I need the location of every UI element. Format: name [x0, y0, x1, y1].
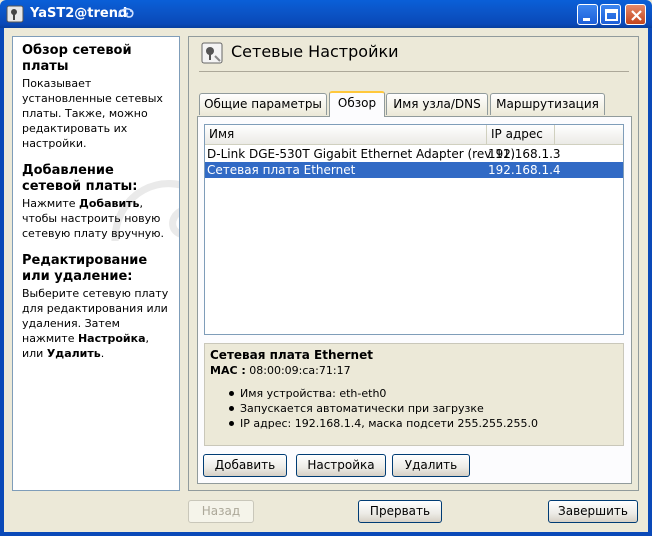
configure-button[interactable]: Настройка: [296, 454, 386, 477]
page-title: Сетевые Настройки: [231, 42, 399, 61]
yast-app-icon[interactable]: [6, 5, 24, 23]
main-panel: Сетевые Настройки Общие параметры Обзор …: [188, 36, 639, 491]
finish-button[interactable]: Завершить: [548, 500, 638, 523]
table-row[interactable]: D-Link DGE-530T Gigabit Ethernet Adapter…: [205, 146, 623, 162]
details-item: IP адрес: 192.168.1.4, маска подсети 255…: [229, 416, 618, 431]
column-header-name[interactable]: Имя: [205, 125, 487, 145]
table-row-selected[interactable]: Сетевая плата Ethernet 192.168.1.4: [205, 162, 623, 178]
help-heading-overview: Обзор сетевой платы: [22, 43, 132, 74]
cell-ip: 192.168.1.4: [488, 163, 561, 177]
mac-value: 08:00:09:ca:71:17: [245, 364, 351, 377]
back-button[interactable]: Назад: [188, 500, 254, 523]
details-item: Имя устройства: eth-eth0: [229, 386, 618, 401]
window-title: YaST2@trend: [30, 6, 128, 21]
details-list: Имя устройства: eth-eth0 Запускается авт…: [210, 386, 618, 431]
card-details-panel: Сетевая плата Ethernet MAC : 08:00:09:ca…: [204, 343, 624, 446]
title-divider: [199, 71, 629, 72]
watermark-icon: [111, 180, 179, 242]
suse-chameleon-icon: [118, 8, 134, 18]
details-title: Сетевая плата Ethernet: [210, 348, 373, 362]
window-border-left: [0, 28, 4, 536]
cell-name: Сетевая плата Ethernet: [207, 163, 356, 177]
cell-ip: 192.168.1.3: [488, 147, 561, 161]
help-text-overview: Показывает установленные сетевых платы. …: [22, 77, 163, 150]
tab-panel-overview: Имя IP адрес D-Link DGE-530T Gigabit Eth…: [197, 116, 632, 484]
window-border-right: [648, 28, 652, 536]
details-mac: MAC : 08:00:09:ca:71:17: [210, 363, 618, 378]
tab-routing[interactable]: Маршрутизация: [490, 93, 605, 115]
tab-general[interactable]: Общие параметры: [199, 93, 327, 115]
maximize-icon: [605, 9, 618, 21]
cell-name: D-Link DGE-530T Gigabit Ethernet Adapter…: [207, 147, 516, 161]
close-button[interactable]: [625, 4, 646, 25]
details-item: Запускается автоматически при загрузке: [229, 401, 618, 416]
help-panel[interactable]: Обзор сетевой платы Показывает установле…: [12, 36, 180, 491]
column-header-ip[interactable]: IP адрес: [487, 125, 555, 145]
tab-overview[interactable]: Обзор: [329, 91, 385, 117]
maximize-button[interactable]: [600, 4, 621, 25]
mac-label: MAC :: [210, 364, 246, 377]
delete-button[interactable]: Удалить: [392, 454, 470, 477]
help-text-edit: Выберите сетевую плату для редактировани…: [22, 287, 169, 360]
title-bar[interactable]: YaST2@trend: [0, 0, 652, 28]
network-settings-icon: [201, 42, 223, 64]
abort-button[interactable]: Прервать: [358, 500, 442, 523]
minimize-icon: [583, 18, 590, 21]
add-button[interactable]: Добавить: [203, 454, 287, 477]
network-cards-table[interactable]: Имя IP адрес D-Link DGE-530T Gigabit Eth…: [204, 124, 624, 335]
window-border-bottom: [0, 532, 652, 536]
column-header-filler: [555, 125, 623, 145]
minimize-button[interactable]: [577, 4, 598, 25]
tab-hostname-dns[interactable]: Имя узла/DNS: [386, 93, 488, 115]
close-icon: [631, 10, 642, 21]
